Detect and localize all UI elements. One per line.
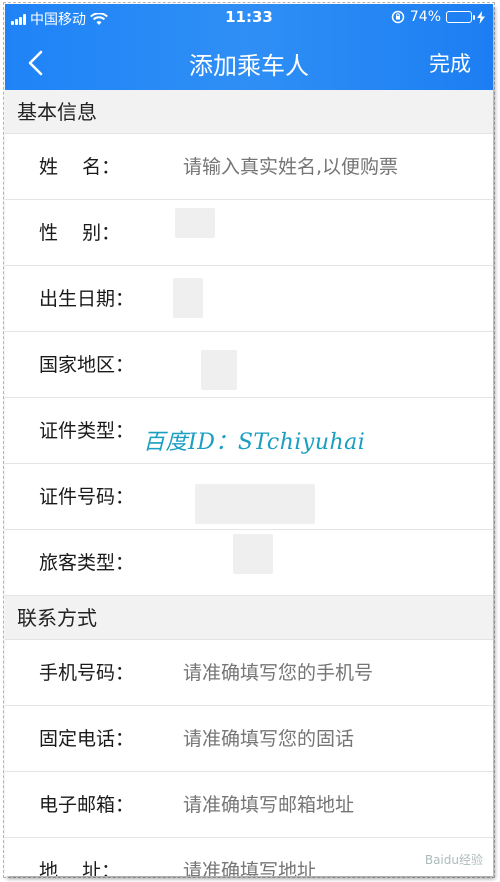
redacted-value xyxy=(195,484,315,524)
rotation-lock-icon xyxy=(391,10,405,24)
mobile-label: 手机号码： xyxy=(39,662,135,684)
email-input[interactable] xyxy=(183,772,473,838)
redacted-value xyxy=(233,534,273,574)
status-right: 74% xyxy=(391,9,485,25)
phone-screen: 中国移动 11:33 74% 添加乘车人 完成 基本信息 姓 名： 请输入真实姓… xyxy=(5,4,493,876)
nav-bar: 添加乘车人 完成 xyxy=(5,38,493,88)
section-basic-info: 基本信息 xyxy=(5,90,493,134)
corner-logo: Baidu经验 xyxy=(424,853,483,867)
region-label: 国家地区： xyxy=(39,354,135,376)
landline-input[interactable] xyxy=(183,706,473,772)
landline-row[interactable]: 固定电话： xyxy=(5,706,493,772)
email-row[interactable]: 电子邮箱： xyxy=(5,772,493,838)
landline-label: 固定电话： xyxy=(39,728,135,750)
email-label: 电子邮箱： xyxy=(39,794,135,816)
address-label: 地 址： xyxy=(39,860,121,876)
gender-label: 性 别： xyxy=(39,222,121,244)
name-label: 姓 名： xyxy=(39,156,121,178)
battery-icon xyxy=(446,11,475,23)
watermark-text: 百度ID：STchiyuhai xyxy=(143,430,366,455)
name-input[interactable] xyxy=(183,134,473,200)
region-row[interactable]: 国家地区： xyxy=(5,332,493,398)
id-type-label: 证件类型： xyxy=(39,420,135,442)
id-number-label: 证件号码： xyxy=(39,486,135,508)
redacted-value xyxy=(201,350,237,390)
id-number-row[interactable]: 证件号码： xyxy=(5,464,493,530)
section-contact: 联系方式 xyxy=(5,596,493,640)
app-header: 中国移动 11:33 74% 添加乘车人 完成 xyxy=(5,4,493,90)
name-row[interactable]: 姓 名： xyxy=(5,134,493,200)
battery-percent: 74% xyxy=(409,9,441,25)
page-title: 添加乘车人 xyxy=(189,52,309,80)
passenger-type-label: 旅客类型： xyxy=(39,552,135,574)
done-button[interactable]: 完成 xyxy=(429,48,471,78)
birthdate-row[interactable]: 出生日期： xyxy=(5,266,493,332)
address-row[interactable]: 地 址： xyxy=(5,838,493,876)
birthdate-label: 出生日期： xyxy=(39,288,135,310)
redacted-value xyxy=(175,208,215,238)
mobile-input[interactable] xyxy=(183,640,473,706)
redacted-value xyxy=(173,278,203,318)
gender-row[interactable]: 性 别： xyxy=(5,200,493,266)
charging-icon xyxy=(477,10,485,24)
status-bar: 中国移动 11:33 74% xyxy=(5,4,493,30)
passenger-type-row[interactable]: 旅客类型： xyxy=(5,530,493,596)
mobile-row[interactable]: 手机号码： xyxy=(5,640,493,706)
